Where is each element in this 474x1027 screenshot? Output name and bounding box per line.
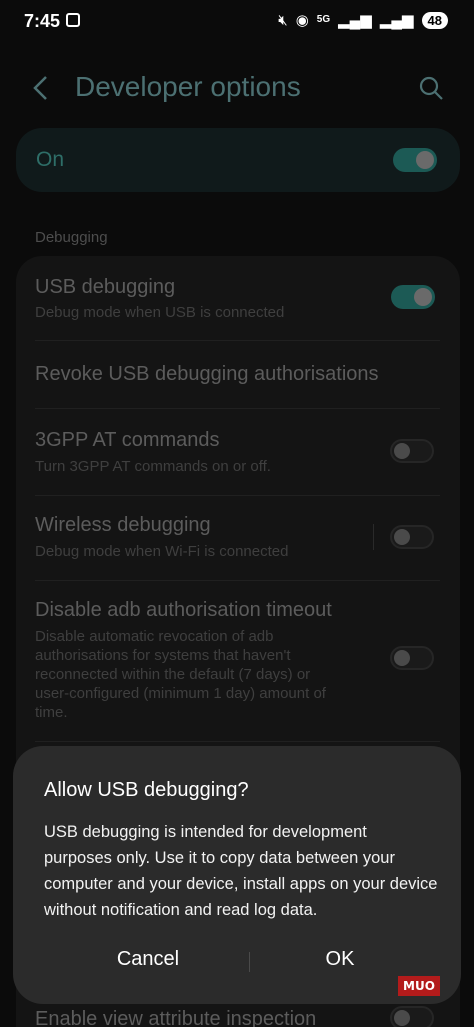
setting-subtitle-line: reconnected within the default (7 days) …	[35, 666, 311, 683]
master-toggle[interactable]	[393, 148, 437, 172]
developer-options-master-switch[interactable]: On	[16, 128, 460, 192]
dialog-body: USB debugging is intended for developmen…	[44, 823, 438, 919]
setting-title: 3GPP AT commands	[35, 429, 220, 451]
setting-title: Revoke USB debugging authorisations	[35, 363, 379, 385]
setting-subtitle: Debug mode when Wi-Fi is connected	[35, 543, 289, 560]
battery-icon: 48	[421, 11, 448, 29]
screenshot-icon	[66, 13, 80, 27]
usb-debugging-dialog: Allow USB debugging? USB debugging is in…	[13, 746, 461, 1004]
cancel-button[interactable]: Cancel	[73, 948, 223, 971]
setting-subtitle-line: user-configured (minimum 1 day) amount o…	[35, 685, 326, 702]
setting-title: Wireless debugging	[35, 514, 211, 536]
status-icons: 🔇︎ ◉ 5G ▂▄▆ ▂▄▆ 48	[278, 11, 448, 29]
setting-subtitle: Debug mode when USB is connected	[35, 304, 285, 321]
setting-revoke-usb-authorisations[interactable]: Revoke USB debugging authorisations	[16, 341, 460, 408]
divider	[373, 524, 374, 550]
hotspot-icon: ◉	[295, 12, 309, 29]
setting-subtitle-line: authorisations for systems that haven't	[35, 647, 291, 664]
button-divider	[249, 952, 250, 972]
screen: 7:45 🔇︎ ◉ 5G ▂▄▆ ▂▄▆ 48 Developer option…	[0, 0, 474, 1027]
search-icon[interactable]	[418, 75, 444, 106]
mute-icon: 🔇︎	[278, 11, 288, 29]
signal-icon: ▂▄▆	[338, 12, 372, 29]
divider	[35, 741, 440, 742]
section-label: Debugging	[35, 229, 108, 246]
view-attribute-toggle[interactable]	[390, 1006, 434, 1027]
setting-subtitle: Turn 3GPP AT commands on or off.	[35, 458, 271, 475]
wireless-debugging-toggle[interactable]	[390, 525, 434, 549]
dialog-title: Allow USB debugging?	[44, 779, 249, 801]
page-title: Developer options	[75, 71, 301, 102]
signal-icon-2: ▂▄▆	[379, 12, 414, 29]
watermark-logo: MUO	[398, 976, 440, 996]
setting-enable-view-attribute-inspection[interactable]: Enable view attribute inspection	[35, 1008, 316, 1027]
adb-timeout-toggle[interactable]	[390, 646, 434, 670]
back-icon[interactable]	[30, 74, 52, 107]
setting-wireless-debugging[interactable]: Wireless debugging Debug mode when Wi-Fi…	[16, 496, 460, 580]
usb-debugging-toggle[interactable]	[391, 285, 435, 309]
master-switch-label: On	[36, 148, 65, 171]
setting-subtitle-line: time.	[35, 704, 68, 721]
status-bar: 7:45 🔇︎ ◉ 5G ▂▄▆ ▂▄▆ 48	[0, 0, 474, 44]
setting-usb-debugging[interactable]: USB debugging Debug mode when USB is con…	[16, 256, 460, 340]
setting-3gpp-at-commands[interactable]: 3GPP AT commands Turn 3GPP AT commands o…	[16, 409, 460, 495]
setting-disable-adb-timeout[interactable]: Disable adb authorisation timeout Disabl…	[16, 581, 460, 741]
network-type: 5G	[316, 14, 331, 25]
setting-title: USB debugging	[35, 276, 176, 298]
ok-button[interactable]: OK	[265, 948, 415, 971]
setting-subtitle-line: Disable automatic revocation of adb	[35, 628, 274, 645]
3gpp-toggle[interactable]	[390, 439, 434, 463]
status-time: 7:45	[24, 11, 61, 31]
setting-title: Disable adb authorisation timeout	[35, 599, 332, 621]
